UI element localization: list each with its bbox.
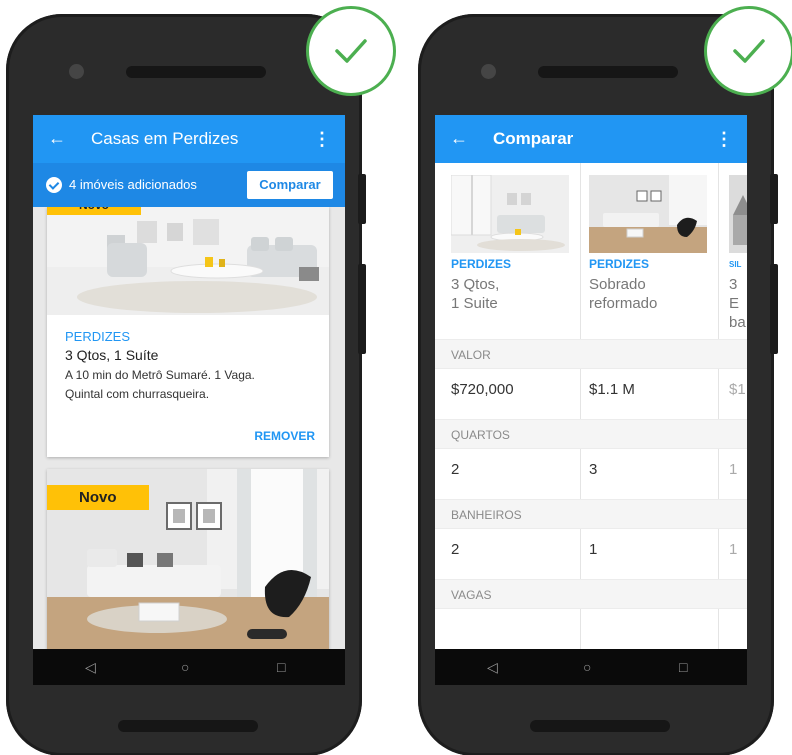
selection-count: 4 imóveis adicionados xyxy=(69,177,197,192)
property-title-line: 3 Qtos, xyxy=(451,276,500,293)
column-divider xyxy=(718,163,719,649)
property-thumbnail[interactable] xyxy=(451,175,569,253)
page-title: Comparar xyxy=(493,129,574,148)
phone-side-button xyxy=(358,264,366,354)
android-navbar: ◁ ○ □ xyxy=(33,649,345,685)
row-label-text: VAGAS xyxy=(451,588,492,602)
nav-back-icon[interactable]: ◁ xyxy=(487,659,498,675)
listing-list[interactable]: Novo PERDIZES 3 Qtos, 1 Suíte A 10 min d… xyxy=(33,207,345,649)
row-label-banheiros: BANHEIROS xyxy=(435,499,747,529)
listing-rooms: 3 Qtos, 1 Suíte xyxy=(65,347,159,363)
quartos-value: 2 xyxy=(451,461,460,478)
property-neighborhood: PERDIZES xyxy=(451,257,512,271)
row-label-text: QUARTOS xyxy=(451,428,510,442)
property-title: Sobrado reformado xyxy=(589,275,657,313)
listing-neighborhood: PERDIZES xyxy=(65,329,131,344)
speaker-grille xyxy=(126,66,266,78)
remove-button[interactable]: REMOVER xyxy=(254,429,315,443)
back-arrow-icon[interactable]: ← xyxy=(450,128,468,148)
banheiros-value: 1 xyxy=(729,541,738,558)
property-thumbnail[interactable] xyxy=(589,175,707,253)
compare-table[interactable]: VALOR QUARTOS BANHEIROS VAGAS PERDIZES 3… xyxy=(435,163,747,649)
check-circle-icon xyxy=(46,177,62,193)
column-divider xyxy=(580,163,581,649)
quartos-value: 1 xyxy=(729,461,738,478)
row-label-text: BANHEIROS xyxy=(451,508,522,522)
row-label-valor: VALOR xyxy=(435,339,747,369)
selection-bar: 4 imóveis adicionados Comparar xyxy=(33,163,345,207)
property-title-line: Sobrado xyxy=(589,276,646,293)
nav-home-icon[interactable]: ○ xyxy=(181,659,189,675)
valor-value: $720,000 xyxy=(451,381,514,398)
listing-card[interactable]: Novo PERDIZES 3 Qtos, 1 Suíte A 10 min d… xyxy=(47,207,329,457)
android-navbar: ◁ ○ □ xyxy=(435,649,747,685)
toolbar: ← Casas em Perdizes ⋮ xyxy=(33,115,345,163)
speaker-grille xyxy=(538,66,678,78)
property-neighborhood: SIL xyxy=(729,260,742,269)
overflow-menu-icon[interactable]: ⋮ xyxy=(715,129,733,149)
overflow-menu-icon[interactable]: ⋮ xyxy=(313,129,331,149)
listing-card[interactable]: Novo xyxy=(47,469,329,649)
nav-recents-icon[interactable]: □ xyxy=(277,659,285,675)
phone-left: ← Casas em Perdizes ⋮ 4 imóveis adiciona… xyxy=(6,14,366,755)
toolbar: ← Comparar ⋮ xyxy=(435,115,747,163)
property-title: 3 Qtos, 1 Suite xyxy=(451,275,499,313)
checkmark-icon xyxy=(335,39,367,63)
novo-badge: Novo xyxy=(47,207,141,215)
nav-home-icon[interactable]: ○ xyxy=(583,659,591,675)
approved-check-badge xyxy=(704,6,792,96)
valor-value: $1.1 M xyxy=(589,381,635,398)
page-title: Casas em Perdizes xyxy=(91,129,239,148)
checkmark-icon xyxy=(733,39,765,63)
novo-badge: Novo xyxy=(47,485,149,510)
screen-compare: ← Comparar ⋮ VALOR QUARTOS BANHEIROS VAG… xyxy=(435,115,747,685)
property-title-line: ba xyxy=(729,314,746,331)
listing-description-line: Quintal com churrasqueira. xyxy=(65,387,210,401)
property-title-line: 3 E xyxy=(729,276,740,312)
back-arrow-icon[interactable]: ← xyxy=(48,128,66,148)
row-label-quartos: QUARTOS xyxy=(435,419,747,449)
nav-recents-icon[interactable]: □ xyxy=(679,659,687,675)
approved-check-badge xyxy=(306,6,396,96)
property-title-line: 1 Suite xyxy=(451,295,498,312)
row-label-text: VALOR xyxy=(451,348,491,362)
property-thumbnail[interactable] xyxy=(729,175,747,253)
screen-listings: ← Casas em Perdizes ⋮ 4 imóveis adiciona… xyxy=(33,115,345,685)
phone-side-button xyxy=(358,174,366,224)
listing-description: A 10 min do Metrô Sumaré. 1 Vaga. Quinta… xyxy=(65,366,315,404)
phone-side-button xyxy=(770,174,778,224)
valor-value: $1 xyxy=(729,381,746,398)
banheiros-value: 2 xyxy=(451,541,460,558)
row-label-vagas: VAGAS xyxy=(435,579,747,609)
property-title-line: reformado xyxy=(589,295,658,312)
listing-description-line: A 10 min do Metrô Sumaré. 1 Vaga. xyxy=(65,368,255,382)
phone-right: ← Comparar ⋮ VALOR QUARTOS BANHEIROS VAG… xyxy=(418,14,778,755)
speaker-grille xyxy=(118,720,258,732)
property-title: 3 E ba xyxy=(729,275,747,332)
listing-photo xyxy=(47,207,329,315)
banheiros-value: 1 xyxy=(589,541,598,558)
property-neighborhood: PERDIZES xyxy=(589,257,650,271)
front-camera xyxy=(69,64,84,79)
quartos-value: 3 xyxy=(589,461,598,478)
compare-button[interactable]: Comparar xyxy=(247,171,333,199)
speaker-grille xyxy=(530,720,670,732)
front-camera xyxy=(481,64,496,79)
phone-side-button xyxy=(770,264,778,354)
nav-back-icon[interactable]: ◁ xyxy=(85,659,96,675)
